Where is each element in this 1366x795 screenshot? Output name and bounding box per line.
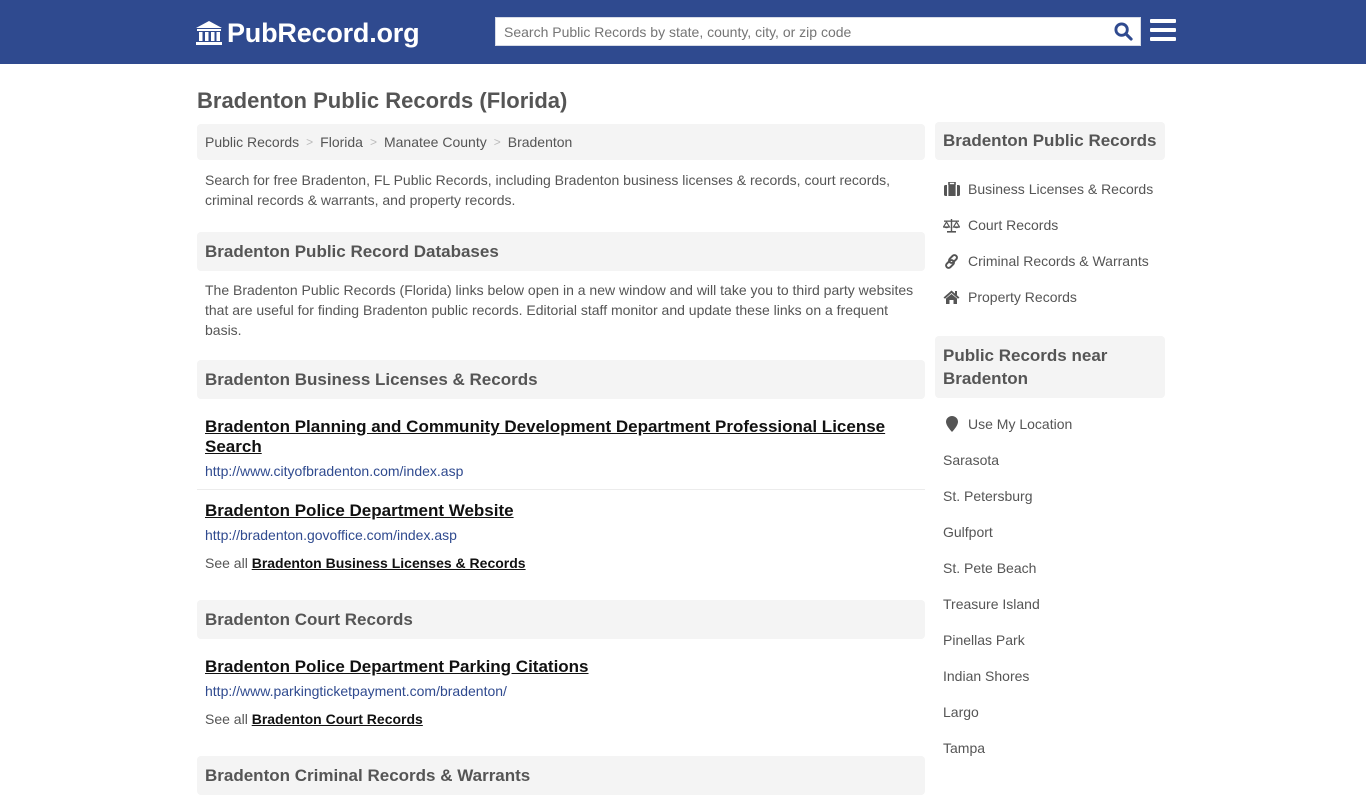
- nearby-city-label[interactable]: Largo: [943, 704, 979, 720]
- menu-bar-icon: [1150, 28, 1176, 32]
- scale-icon: [943, 217, 960, 233]
- main-content: Public Records > Florida > Manatee Count…: [197, 124, 925, 795]
- sidebar-item-label[interactable]: Business Licenses & Records: [968, 181, 1153, 197]
- logo-text: PubRecord.org: [227, 17, 420, 48]
- breadcrumb-florida[interactable]: Florida: [320, 134, 363, 150]
- search-button[interactable]: [1106, 18, 1140, 45]
- page-title: Bradenton Public Records (Florida): [197, 88, 568, 113]
- record-divider: [197, 489, 925, 490]
- nearby-city-link[interactable]: Gulfport: [935, 514, 1165, 550]
- breadcrumb-public-records[interactable]: Public Records: [205, 134, 299, 150]
- nearby-city-label[interactable]: Pinellas Park: [943, 632, 1025, 648]
- nearby-city-link[interactable]: St. Pete Beach: [935, 550, 1165, 586]
- nearby-city-label[interactable]: Treasure Island: [943, 596, 1040, 612]
- nearby-city-label[interactable]: St. Petersburg: [943, 488, 1033, 504]
- record-item: Bradenton Police Department Website http…: [197, 501, 925, 543]
- see-all-court: See all Bradenton Court Records: [197, 711, 925, 727]
- top-navbar: PubRecord.org: [0, 0, 1366, 64]
- sidebar-item-property[interactable]: Property Records: [935, 279, 1165, 315]
- menu-bar-icon: [1150, 37, 1176, 41]
- nearby-city-link[interactable]: Pinellas Park: [935, 622, 1165, 658]
- nearby-city-label[interactable]: Tampa: [943, 740, 985, 756]
- sidebar-item-court[interactable]: Court Records: [935, 207, 1165, 243]
- search-bar: [495, 17, 1141, 46]
- record-title-link[interactable]: Bradenton Police Department Website: [205, 501, 514, 521]
- sidebar-item-business[interactable]: Business Licenses & Records: [935, 171, 1165, 207]
- nearby-city-link[interactable]: Treasure Island: [935, 586, 1165, 622]
- intro-text: Search for free Bradenton, FL Public Rec…: [205, 172, 891, 208]
- sidebar-records-list: Business Licenses & Records Court Record…: [935, 171, 1165, 315]
- nearby-city-link[interactable]: St. Petersburg: [935, 478, 1165, 514]
- record-url-link[interactable]: http://www.cityofbradenton.com/index.asp: [205, 463, 917, 479]
- home-icon: [943, 289, 960, 305]
- nearby-city-link[interactable]: Indian Shores: [935, 658, 1165, 694]
- see-all-business-link[interactable]: Bradenton Business Licenses & Records: [252, 555, 526, 571]
- breadcrumb-bradenton[interactable]: Bradenton: [508, 134, 573, 150]
- menu-bar-icon: [1150, 19, 1176, 23]
- sidebar-item-criminal[interactable]: Criminal Records & Warrants: [935, 243, 1165, 279]
- nearby-city-label[interactable]: Indian Shores: [943, 668, 1029, 684]
- record-url-link[interactable]: http://www.parkingticketpayment.com/brad…: [205, 683, 917, 699]
- nearby-city-label[interactable]: Gulfport: [943, 524, 993, 540]
- nearby-city-label[interactable]: Sarasota: [943, 452, 999, 468]
- section-header-criminal: Bradenton Criminal Records & Warrants: [197, 756, 925, 795]
- sidebar-item-label[interactable]: Court Records: [968, 217, 1058, 233]
- sidebar-records-header: Bradenton Public Records: [935, 122, 1165, 160]
- record-url-link[interactable]: http://bradenton.govoffice.com/index.asp: [205, 527, 917, 543]
- link-icon: [943, 253, 960, 269]
- sidebar-item-label[interactable]: Property Records: [968, 289, 1077, 305]
- sidebar-item-label[interactable]: Criminal Records & Warrants: [968, 253, 1149, 269]
- nearby-city-link[interactable]: Largo: [935, 694, 1165, 730]
- use-my-location-label[interactable]: Use My Location: [968, 416, 1072, 432]
- nearby-city-link[interactable]: Sarasota: [935, 442, 1165, 478]
- see-all-court-link[interactable]: Bradenton Court Records: [252, 711, 423, 727]
- breadcrumb-separator: >: [493, 135, 501, 149]
- sidebar: Bradenton Public Records Business Licens…: [935, 122, 1165, 766]
- section-header-court: Bradenton Court Records: [197, 600, 925, 639]
- sidebar-nearby-header: Public Records near Bradenton: [935, 336, 1165, 398]
- breadcrumb: Public Records > Florida > Manatee Count…: [197, 124, 925, 160]
- section-header-databases: Bradenton Public Record Databases: [197, 232, 925, 271]
- see-all-prefix: See all: [205, 711, 248, 727]
- see-all-business: See all Bradenton Business Licenses & Re…: [197, 555, 925, 571]
- nearby-city-label[interactable]: St. Pete Beach: [943, 560, 1036, 576]
- search-input[interactable]: [496, 18, 1106, 45]
- see-all-prefix: See all: [205, 555, 248, 571]
- section-header-business: Bradenton Business Licenses & Records: [197, 360, 925, 399]
- site-logo[interactable]: PubRecord.org: [195, 16, 420, 50]
- briefcase-icon: [943, 181, 960, 197]
- map-marker-icon: [943, 416, 960, 432]
- sidebar-nearby-list: Use My Location Sarasota St. Petersburg …: [935, 406, 1165, 766]
- breadcrumb-manatee-county[interactable]: Manatee County: [384, 134, 487, 150]
- record-item: Bradenton Planning and Community Develop…: [197, 417, 925, 489]
- nearby-city-link[interactable]: Tampa: [935, 730, 1165, 766]
- databases-description: The Bradenton Public Records (Florida) l…: [205, 282, 914, 338]
- record-title-link[interactable]: Bradenton Police Department Parking Cita…: [205, 657, 589, 677]
- hamburger-menu-button[interactable]: [1150, 19, 1176, 43]
- search-icon: [1113, 22, 1133, 41]
- use-my-location-button[interactable]: Use My Location: [935, 406, 1165, 442]
- record-title-link[interactable]: Bradenton Planning and Community Develop…: [205, 417, 917, 457]
- record-item: Bradenton Police Department Parking Cita…: [197, 657, 925, 699]
- breadcrumb-separator: >: [369, 135, 377, 149]
- breadcrumb-separator: >: [306, 135, 314, 149]
- courthouse-icon: [195, 20, 223, 46]
